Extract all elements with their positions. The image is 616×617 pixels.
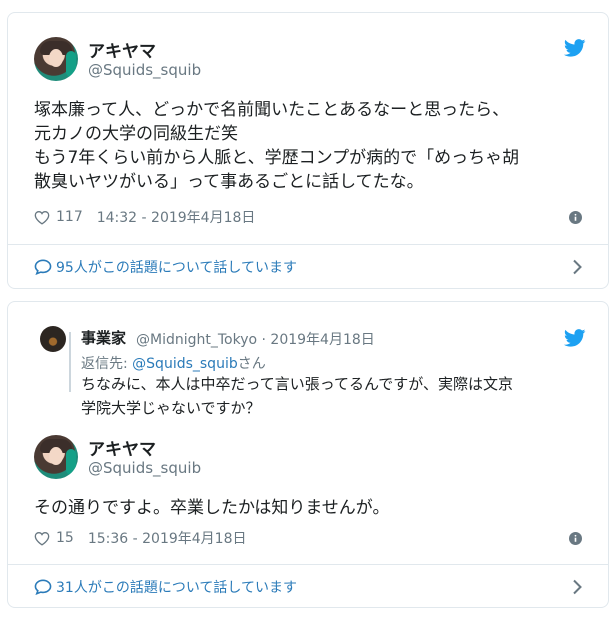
timestamp[interactable]: 14:32 - 2019年4月18日 [97,207,256,227]
quoted-author-handle[interactable]: @Midnight_Tokyo · 2019年4月18日 [136,329,375,349]
quoted-tweet-text: ちなみに、本人は中卒だって言い張ってるんですが、実際は文京 学院大学じゃないです… [81,375,514,417]
conversation-link[interactable]: 31人がこの話題について話しています [8,565,608,609]
conversation-label[interactable]: 31人がこの話題について話しています [56,577,297,597]
avatar[interactable] [34,37,78,81]
quoted-avatar[interactable] [40,326,66,352]
info-icon[interactable] [569,532,582,545]
timestamp[interactable]: 15:36 - 2019年4月18日 [88,528,247,548]
like-count[interactable]: 117 [56,209,83,225]
info-icon[interactable] [569,211,582,224]
conversation-label[interactable]: 95人がこの話題について話しています [56,257,297,277]
author-name[interactable]: アキヤマ [88,435,156,460]
tweet-text: 塚本廉って人、どっかで名前聞いたことあるなーと思ったら、 元カノの大学の同級生だ… [34,100,520,192]
chevron-right-icon[interactable] [572,259,582,275]
conversation-link[interactable]: 95人がこの話題について話しています [8,245,608,289]
thread-line [69,332,71,392]
tweet-card: アキヤマ @Squids_squib 塚本廉って人、どっかで名前聞いたことあるな… [7,12,609,289]
author-name[interactable]: アキヤマ [88,37,156,62]
avatar[interactable] [34,435,78,479]
tweet-meta: 117 14:32 - 2019年4月18日 [34,207,255,227]
reply-prefix: 返信先: [81,356,133,372]
chevron-right-icon[interactable] [572,579,582,595]
twitter-bird-icon[interactable] [564,329,586,347]
tweet-text: その通りですよ。卒業したかは知りませんが。 [34,498,390,518]
quoted-author-name[interactable]: 事業家 [81,327,126,348]
heart-icon[interactable] [34,210,50,225]
tweet-card: 事業家 @Midnight_Tokyo · 2019年4月18日 返信先: @S… [7,301,609,608]
author-handle[interactable]: @Squids_squib [88,61,201,79]
author-handle[interactable]: @Squids_squib [88,459,201,477]
speech-bubble-icon [34,579,52,595]
reply-handle-link[interactable]: @Squids_squib [132,356,238,372]
twitter-bird-icon[interactable] [564,39,586,57]
heart-icon[interactable] [34,531,50,546]
reply-suffix: さん [237,356,266,372]
speech-bubble-icon [34,259,52,275]
reply-to: 返信先: @Squids_squibさん [81,353,266,373]
tweet-meta: 15 15:36 - 2019年4月18日 [34,528,246,548]
like-count[interactable]: 15 [56,530,74,546]
